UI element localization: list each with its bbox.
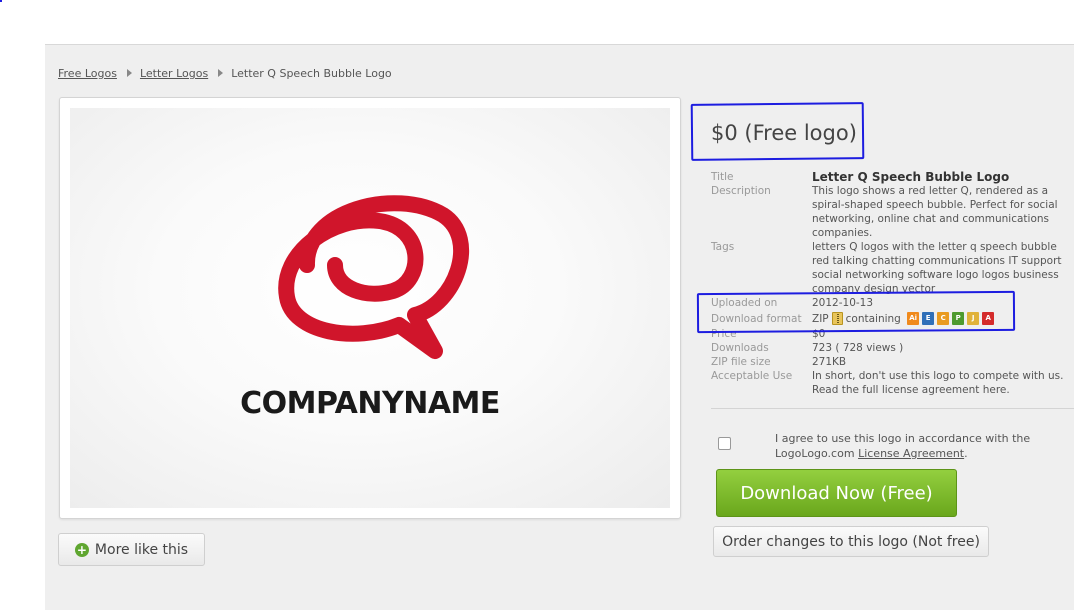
logo-preview: COMPANYNAME: [70, 108, 670, 508]
detail-row-downloads: Downloads 723 ( 728 views ): [711, 341, 1071, 355]
company-name-text: COMPANYNAME: [240, 386, 500, 421]
breadcrumb-arrow-icon: [126, 69, 132, 77]
annotation-box-format: [696, 290, 1016, 334]
zipsize-label: ZIP file size: [711, 356, 771, 368]
download-now-label: Download Now (Free): [740, 482, 933, 504]
more-like-this-label: More like this: [94, 541, 189, 558]
agree-checkbox[interactable]: [718, 437, 731, 450]
download-now-button[interactable]: Download Now (Free): [716, 469, 957, 517]
title-label: Title: [711, 171, 734, 183]
order-changes-button[interactable]: Order changes to this logo (Not free): [713, 526, 989, 557]
agree-text-end: .: [964, 447, 968, 460]
description-label: Description: [711, 185, 771, 197]
annotation-dot: [0, 0, 2, 2]
downloads-value: 723 ( 728 views ): [812, 342, 904, 354]
title-value: Letter Q Speech Bubble Logo: [812, 170, 1010, 184]
plus-icon: +: [74, 542, 89, 557]
breadcrumb-arrow-icon: [218, 69, 224, 77]
annotation-box-price: [690, 102, 865, 161]
logo-preview-frame: COMPANYNAME: [59, 97, 681, 519]
breadcrumb-free-logos[interactable]: Free Logos: [58, 67, 117, 80]
license-agreement-link[interactable]: License Agreement: [858, 447, 964, 460]
breadcrumb-letter-logos[interactable]: Letter Logos: [140, 67, 208, 80]
detail-row-title: Title Letter Q Speech Bubble Logo: [711, 170, 1071, 184]
q-speech-bubble-logo-icon: [275, 193, 475, 373]
detail-row-acceptable-use: Acceptable Use In short, don't use this …: [711, 369, 1071, 397]
breadcrumb: Free Logos Letter Logos Letter Q Speech Bu…: [58, 67, 392, 80]
detail-row-zipsize: ZIP file size 271KB: [711, 355, 1071, 369]
acceptable-use-label: Acceptable Use: [711, 370, 793, 382]
tags-label: Tags: [711, 241, 735, 253]
detail-row-tags: Tags letters Q logos with the letter q s…: [711, 240, 1071, 296]
order-changes-label: Order changes to this logo (Not free): [722, 533, 980, 550]
downloads-label: Downloads: [711, 342, 769, 354]
zipsize-value: 271KB: [812, 356, 847, 368]
divider: [711, 408, 1074, 409]
agree-text: I agree to use this logo in accordance w…: [775, 431, 1065, 461]
more-like-this-button[interactable]: + More like this: [58, 533, 205, 566]
detail-row-description: Description This logo shows a red letter…: [711, 184, 1071, 240]
tags-value: letters Q logos with the letter q speech…: [812, 241, 1062, 295]
breadcrumb-current: Letter Q Speech Bubble Logo: [231, 67, 392, 80]
description-value: This logo shows a red letter Q, rendered…: [812, 185, 1058, 239]
logo-details: Title Letter Q Speech Bubble Logo Descri…: [711, 170, 1071, 397]
acceptable-use-value: In short, don't use this logo to compete…: [812, 370, 1064, 396]
